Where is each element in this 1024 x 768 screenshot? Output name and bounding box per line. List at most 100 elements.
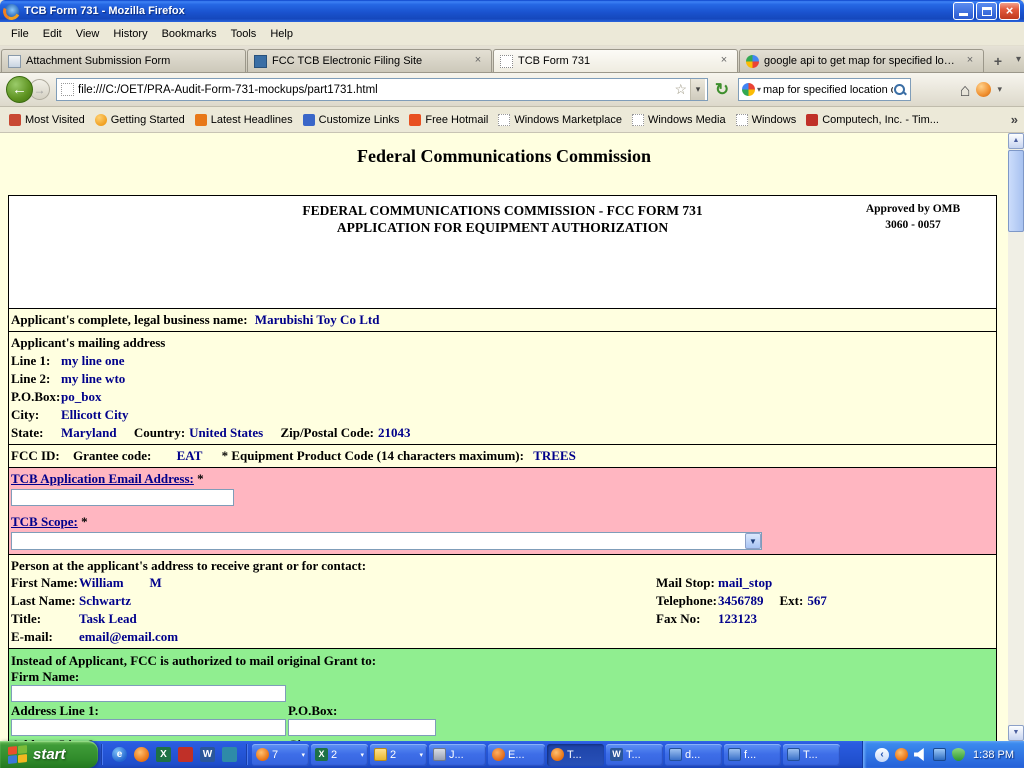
firefox-quicklaunch-icon[interactable] xyxy=(134,747,149,762)
customize-links-icon xyxy=(303,114,315,126)
bookmark-star-icon[interactable]: ☆ xyxy=(674,81,687,98)
excel-quicklaunch-icon[interactable]: X xyxy=(156,747,171,762)
scrollbar-thumb[interactable] xyxy=(1008,150,1024,232)
search-magnifier-icon[interactable] xyxy=(893,83,907,97)
tab-fcc-tcb-filing-site[interactable]: FCC TCB Electronic Filing Site × xyxy=(247,49,492,73)
bookmark-label: Windows Marketplace xyxy=(514,114,622,126)
tcb-scope-select[interactable]: ▼ xyxy=(11,532,762,550)
bookmarks-toolbar: Most Visited Getting Started Latest Head… xyxy=(0,107,1024,133)
start-button[interactable]: start xyxy=(0,741,98,768)
taskbar-clock[interactable]: 1:38 PM xyxy=(973,749,1014,761)
state-value: Maryland xyxy=(61,425,117,440)
menu-view[interactable]: View xyxy=(69,24,107,44)
equipment-product-code-label: * Equipment Product Code (14 characters … xyxy=(222,448,524,463)
mailing-address-heading: Applicant's mailing address xyxy=(11,335,165,350)
menu-file[interactable]: File xyxy=(4,24,36,44)
home-button[interactable]: ⌂ xyxy=(960,79,971,101)
excel-icon: X xyxy=(315,748,328,761)
scroll-up-arrow-icon[interactable]: ▲ xyxy=(1008,133,1024,149)
bookmark-windows-marketplace[interactable]: Windows Marketplace xyxy=(493,112,627,128)
firefox-logo-icon xyxy=(4,4,19,19)
fax-label: Fax No: xyxy=(656,610,718,628)
bookmark-customize-links[interactable]: Customize Links xyxy=(298,112,405,128)
firm-name-label: Firm Name: xyxy=(11,669,79,684)
word-quicklaunch-icon[interactable]: W xyxy=(200,747,215,762)
reload-button[interactable]: ↻ xyxy=(711,78,733,102)
select-dropdown-icon[interactable]: ▼ xyxy=(745,533,761,549)
close-button[interactable]: × xyxy=(999,2,1020,20)
addon-button[interactable] xyxy=(976,82,991,97)
toolbar-dropdown-icon[interactable]: ▾ xyxy=(997,84,1002,95)
task-button[interactable]: J... xyxy=(429,744,486,766)
tab-tcb-form-731[interactable]: TCB Form 731 × xyxy=(493,49,738,73)
grant-address1-input[interactable] xyxy=(11,719,286,736)
list-all-tabs-button[interactable]: ▾ xyxy=(1016,54,1021,65)
getting-started-icon xyxy=(95,114,107,126)
task-button[interactable]: d... xyxy=(665,744,722,766)
scroll-down-arrow-icon[interactable]: ▼ xyxy=(1008,725,1024,741)
search-input[interactable] xyxy=(763,84,893,96)
tab-close-icon[interactable]: × xyxy=(717,54,731,68)
country-label: Country: xyxy=(134,425,185,440)
internet-explorer-icon[interactable]: e xyxy=(112,747,127,762)
bookmark-latest-headlines[interactable]: Latest Headlines xyxy=(190,112,298,128)
task-button[interactable]: E... xyxy=(488,744,545,766)
bookmark-most-visited[interactable]: Most Visited xyxy=(4,112,90,128)
taskbar-divider xyxy=(101,744,103,765)
search-bar[interactable]: ▾ xyxy=(738,78,911,101)
menu-tools[interactable]: Tools xyxy=(224,24,264,44)
grant-pobox-input[interactable] xyxy=(288,719,436,736)
bookmark-windows[interactable]: Windows xyxy=(731,112,802,128)
hotmail-icon xyxy=(409,114,421,126)
tab-close-icon[interactable]: × xyxy=(471,54,485,68)
bookmark-free-hotmail[interactable]: Free Hotmail xyxy=(404,112,493,128)
line2-value: my line wto xyxy=(61,371,125,386)
bookmarks-overflow-chevron[interactable]: » xyxy=(1011,112,1018,127)
tray-firefox-icon[interactable] xyxy=(895,748,908,761)
task-button-folder-group[interactable]: 2▾ xyxy=(370,744,427,766)
bookmark-getting-started[interactable]: Getting Started xyxy=(90,112,190,128)
windows-flag-icon xyxy=(8,745,27,764)
tray-volume-icon[interactable] xyxy=(914,748,927,761)
menu-history[interactable]: History xyxy=(106,24,154,44)
firm-name-input[interactable] xyxy=(11,685,286,702)
system-tray: ‹ 1:38 PM xyxy=(862,741,1024,768)
search-engine-dropdown-icon[interactable]: ▾ xyxy=(757,85,761,94)
fax-value: 123123 xyxy=(718,611,757,626)
task-button-firefox-group[interactable]: 7▾ xyxy=(252,744,309,766)
hide-tray-icons-chevron[interactable]: ‹ xyxy=(875,748,889,762)
vertical-scrollbar[interactable]: ▲ ▼ xyxy=(1008,133,1024,741)
application-icon xyxy=(728,748,741,761)
bookmark-computech[interactable]: Computech, Inc. - Tim... xyxy=(801,112,944,128)
task-button[interactable]: f... xyxy=(724,744,781,766)
menu-edit[interactable]: Edit xyxy=(36,24,69,44)
menu-bookmarks[interactable]: Bookmarks xyxy=(155,24,224,44)
tab-google-api-map[interactable]: google api to get map for specified loca… xyxy=(739,49,984,73)
tcb-email-input[interactable] xyxy=(11,489,234,506)
google-search-engine-icon[interactable] xyxy=(742,83,755,96)
address-bar[interactable]: ☆ ▾ xyxy=(56,78,708,101)
minimize-button[interactable] xyxy=(953,2,974,20)
page-title: Federal Communications Commission xyxy=(0,146,1008,167)
tab-attachment-submission-form[interactable]: Attachment Submission Form xyxy=(1,49,246,73)
quick-launch-icon[interactable] xyxy=(222,747,237,762)
quick-launch-icon[interactable] xyxy=(178,747,193,762)
application-icon xyxy=(433,748,446,761)
first-name-value: William xyxy=(79,575,124,590)
menu-bar: File Edit View History Bookmarks Tools H… xyxy=(0,22,1024,46)
url-history-dropdown-icon[interactable]: ▾ xyxy=(690,79,705,100)
city-value: Ellicott City xyxy=(61,407,129,422)
menu-help[interactable]: Help xyxy=(263,24,300,44)
maximize-button[interactable] xyxy=(976,2,997,20)
new-tab-button[interactable]: + xyxy=(987,51,1009,71)
tray-network-icon[interactable] xyxy=(933,748,946,761)
url-input[interactable] xyxy=(78,84,671,96)
task-button-tcb-form-731-active[interactable]: T... xyxy=(547,744,604,766)
back-button[interactable]: ← xyxy=(6,76,33,103)
tab-close-icon[interactable]: × xyxy=(963,54,977,68)
task-button-word[interactable]: WT... xyxy=(606,744,663,766)
tray-security-icon[interactable] xyxy=(952,748,965,761)
task-button[interactable]: T... xyxy=(783,744,840,766)
bookmark-windows-media[interactable]: Windows Media xyxy=(627,112,731,128)
task-button-excel-group[interactable]: X2▾ xyxy=(311,744,368,766)
